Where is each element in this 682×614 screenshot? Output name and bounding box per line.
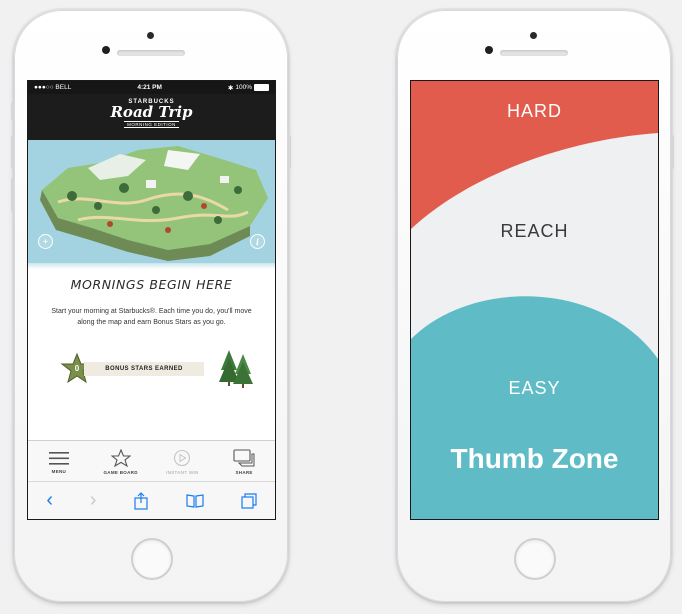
info-icon[interactable]: i <box>250 234 265 249</box>
thumb-zone-screen: HARD REACH EASY Thumb Zone <box>410 80 659 520</box>
bookmarks-icon[interactable] <box>186 493 204 508</box>
carrier-label: ●●●○○ BELL <box>34 84 72 91</box>
app-header: STARBUCKS Road Trip MORNING EDITION <box>28 94 275 140</box>
chat-icon <box>233 449 255 467</box>
home-button[interactable] <box>514 538 556 580</box>
tab-menu[interactable]: MENU <box>28 441 90 483</box>
phone-left: ●●●○○ BELL 4:21 PM ✱ 100% STARBUCKS Road… <box>11 10 291 602</box>
reach-label: REACH <box>500 221 569 241</box>
play-icon <box>174 449 191 467</box>
menu-icon <box>48 451 69 465</box>
bonus-stars-row: 0 BONUS STARS EARNED <box>38 344 265 394</box>
tab-label: MENU <box>51 468 67 474</box>
star-icon <box>110 449 131 467</box>
easy-zone <box>411 296 658 519</box>
tab-label: SHARE <box>235 470 253 475</box>
battery-indicator: ✱ 100% <box>228 84 269 92</box>
volume-down-button <box>11 178 14 212</box>
app-title: Road Trip <box>110 103 193 121</box>
phone-right: HARD REACH EASY Thumb Zone <box>397 10 674 602</box>
tabs-icon[interactable] <box>240 492 257 509</box>
app-tab-bar: MENU GAME BOARD INSTANT WIN SHARE <box>28 440 275 483</box>
mute-switch <box>11 102 14 120</box>
tab-instant-win[interactable]: INSTANT WIN <box>152 441 214 483</box>
thumb-zone-title: Thumb Zone <box>450 443 619 474</box>
power-button <box>288 135 291 169</box>
home-button[interactable] <box>131 538 173 580</box>
back-button[interactable]: ‹ <box>46 489 53 512</box>
power-button <box>671 135 674 169</box>
bonus-stars-label: BONUS STARS EARNED <box>84 362 204 376</box>
speaker-grill <box>117 50 185 56</box>
page-headline: MORNINGS BEGIN HERE <box>70 277 233 292</box>
bluetooth-icon: ✱ <box>227 84 234 92</box>
time-label: 4:21 PM <box>137 84 162 91</box>
status-bar: ●●●○○ BELL 4:21 PM ✱ 100% <box>28 81 275 94</box>
forward-button[interactable]: › <box>90 489 97 512</box>
share-icon[interactable] <box>133 491 149 510</box>
speaker-grill <box>500 50 568 56</box>
starbucks-screen: ●●●○○ BELL 4:21 PM ✱ 100% STARBUCKS Road… <box>27 80 276 520</box>
volume-up-button <box>11 135 14 169</box>
sensor <box>147 32 154 39</box>
tab-game-board[interactable]: GAME BOARD <box>90 441 152 483</box>
safari-toolbar: ‹ › <box>28 481 275 519</box>
zoom-in-icon[interactable]: + <box>38 234 53 249</box>
edition-label: MORNING EDITION <box>28 121 275 128</box>
front-camera <box>102 46 110 54</box>
tab-label: INSTANT WIN <box>166 470 199 475</box>
map-illustration <box>28 140 275 263</box>
sensor <box>530 32 537 39</box>
tab-label: GAME BOARD <box>103 470 138 475</box>
hard-label: HARD <box>506 101 562 121</box>
intro-section: MORNINGS BEGIN HERE Start your morning a… <box>28 277 275 394</box>
front-camera <box>485 46 493 54</box>
easy-label: EASY <box>508 378 561 398</box>
canada-map[interactable]: + i <box>28 140 275 263</box>
intro-text: Start your morning at Starbucks®. Each t… <box>51 308 252 326</box>
battery-label: 100% <box>235 84 252 91</box>
battery-icon <box>254 84 269 91</box>
tab-share[interactable]: SHARE <box>213 441 275 483</box>
pine-trees-icon <box>219 350 253 388</box>
